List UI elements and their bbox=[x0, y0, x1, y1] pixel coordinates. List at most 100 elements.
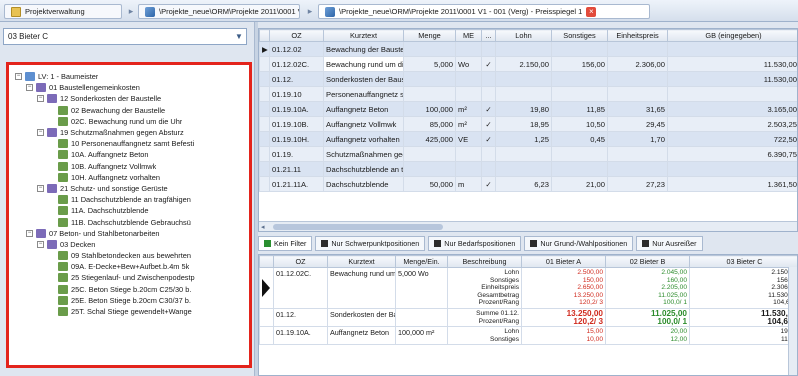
description-cell[interactable]: Lohn Sonstiges bbox=[447, 326, 522, 346]
cell-oz[interactable]: 01.19.10B. bbox=[269, 116, 324, 132]
cell-lohn[interactable]: 2.150,00 bbox=[495, 56, 552, 72]
cell-kurztext[interactable]: Personenauffangnetz samt bbox=[323, 86, 404, 102]
cell-lohn[interactable] bbox=[495, 146, 552, 162]
cell-me[interactable] bbox=[455, 71, 482, 87]
vertical-scrollbar[interactable] bbox=[788, 267, 797, 375]
bidder-a-cell[interactable]: 15,00 10,00 bbox=[521, 326, 606, 346]
cell-kurztext[interactable]: Sonderkosten der Baustelle bbox=[323, 71, 404, 87]
column-header[interactable]: 02 Bieter B bbox=[605, 255, 690, 268]
cell-kurztext[interactable]: Dachschutzblende an trag bbox=[323, 161, 404, 177]
cell-ep[interactable]: 1,70 bbox=[607, 131, 668, 147]
collapse-toggle-icon[interactable]: − bbox=[15, 73, 22, 81]
tree-node[interactable]: 10B. Auffangnetz Vollmwk bbox=[9, 161, 249, 172]
bidder-a-cell[interactable]: 13.250,00 120,2/ 3 bbox=[521, 307, 606, 328]
collapse-toggle-icon[interactable]: − bbox=[37, 129, 44, 137]
cell-me[interactable] bbox=[455, 41, 482, 57]
cell-me[interactable] bbox=[455, 161, 482, 177]
cell-marker[interactable] bbox=[259, 101, 270, 117]
collapse-toggle-icon[interactable]: − bbox=[37, 240, 44, 248]
cell-kurztext[interactable]: Schutzmaßnahmen gegen bbox=[323, 146, 404, 162]
close-tab-icon[interactable]: × bbox=[586, 6, 597, 17]
cell-kurztext[interactable]: Dachschutzblende bbox=[323, 176, 404, 192]
cell-marker[interactable] bbox=[259, 71, 270, 87]
cell-chk[interactable] bbox=[481, 71, 496, 87]
bidder-c-cell[interactable]: 19,8011,85 bbox=[689, 326, 797, 346]
cell-menge[interactable] bbox=[403, 161, 456, 177]
cell-gb[interactable]: 3.165,00 bbox=[667, 101, 797, 117]
tree-node[interactable]: − LV: 1 - Baumeister bbox=[9, 71, 249, 82]
cell-sonst[interactable]: 11,85 bbox=[551, 101, 608, 117]
tree-node[interactable]: 10A. Auffangnetz Beton bbox=[9, 149, 249, 160]
cell-lohn[interactable] bbox=[495, 71, 552, 87]
cell-me[interactable]: m bbox=[455, 176, 482, 192]
column-header[interactable]: 03 Bieter C bbox=[689, 255, 797, 268]
cell-ep[interactable]: 31,65 bbox=[607, 101, 668, 117]
table-row[interactable]: 01.12.Sonderkosten der Baustelle 11.530,0… bbox=[259, 71, 797, 87]
cell-sonst[interactable] bbox=[551, 146, 608, 162]
cell-lohn[interactable] bbox=[495, 161, 552, 177]
cell-marker[interactable] bbox=[259, 146, 270, 162]
cell-gb[interactable] bbox=[667, 161, 797, 177]
bidder-select[interactable]: 03 Bieter C ▼ bbox=[3, 28, 247, 45]
cell-kurztext[interactable]: Auffangnetz Beton bbox=[327, 326, 396, 346]
table-row[interactable]: 01.21.11A. Dachschutzblende 50,000 m ✓ 6,23 21… bbox=[259, 176, 797, 192]
tab-preisspiegel[interactable]: \Projekte_neue\ORM\Projekte 2011\0001 V1… bbox=[318, 4, 650, 19]
cell-chk[interactable] bbox=[481, 86, 496, 102]
cell-kurztext[interactable]: Bewachung der Baustelle bbox=[323, 41, 404, 57]
bidder-a-cell[interactable]: 2.500,00 150,00 2.650,00 13.250,00 120,2/ 3 bbox=[521, 267, 606, 309]
cell-marker[interactable] bbox=[259, 56, 270, 72]
column-header[interactable]: Kurztext bbox=[327, 255, 396, 268]
column-header[interactable]: ME bbox=[455, 29, 482, 42]
cell-gb[interactable] bbox=[667, 41, 797, 57]
cell-menge[interactable]: 5,000 bbox=[403, 56, 456, 72]
cell-menge[interactable] bbox=[403, 146, 456, 162]
tree-node[interactable]: 09 Stahlbetondecken aus bewehrten bbox=[9, 250, 249, 261]
filter-button[interactable]: Nur Bedarfspositionen bbox=[428, 236, 522, 251]
cell-oz[interactable]: 01.19.10H. bbox=[269, 131, 324, 147]
tree-node[interactable]: 10H. Auffangnetz vorhalten bbox=[9, 172, 249, 183]
column-header[interactable] bbox=[259, 29, 270, 42]
cell-sonst[interactable] bbox=[551, 161, 608, 177]
tree-node[interactable]: 11 Dachschutzblende an tragfähigen bbox=[9, 194, 249, 205]
column-header[interactable]: Menge bbox=[403, 29, 456, 42]
cell-oz[interactable]: 01.12.02C. bbox=[269, 56, 324, 72]
tree-node[interactable]: − 01 Baustellengemeinkosten bbox=[9, 82, 249, 93]
tree-node[interactable]: − 03 Decken bbox=[9, 239, 249, 250]
cell-kurztext[interactable]: Auffangnetz Vollmwk bbox=[323, 116, 404, 132]
cell-oz[interactable]: 01.19.10 bbox=[269, 86, 324, 102]
cell-menge[interactable] bbox=[403, 86, 456, 102]
cell-me[interactable] bbox=[455, 146, 482, 162]
cell-gb[interactable] bbox=[667, 86, 797, 102]
cell-menge[interactable]: 5,000 Wo bbox=[395, 267, 448, 309]
cell-gb[interactable]: 11.530,00 bbox=[667, 56, 797, 72]
cell-chk[interactable] bbox=[481, 41, 496, 57]
cell-marker[interactable] bbox=[259, 116, 270, 132]
column-header[interactable]: Lohn bbox=[495, 29, 552, 42]
cell-ep[interactable] bbox=[607, 146, 668, 162]
cell-oz[interactable]: 01.12.02C. bbox=[273, 267, 328, 309]
cell-me[interactable]: m² bbox=[455, 101, 482, 117]
cell-oz[interactable]: 01.19.10A. bbox=[269, 101, 324, 117]
cell-lohn[interactable]: 19,80 bbox=[495, 101, 552, 117]
cell-oz[interactable]: 01.21.11A. bbox=[269, 176, 324, 192]
column-header[interactable] bbox=[259, 255, 274, 268]
cell-me[interactable]: VE bbox=[455, 131, 482, 147]
cell-sonst[interactable]: 21,00 bbox=[551, 176, 608, 192]
scrollbar-thumb[interactable] bbox=[273, 224, 443, 230]
column-header[interactable]: OZ bbox=[273, 255, 328, 268]
tree-node[interactable]: − 21 Schutz- und sonstige Gerüste bbox=[9, 183, 249, 194]
scroll-left-icon[interactable]: ◂ bbox=[261, 223, 265, 231]
cell-kurztext[interactable]: Sonderkosten der Baust bbox=[327, 307, 396, 328]
column-header[interactable]: Kurztext bbox=[323, 29, 404, 42]
cell-ep[interactable] bbox=[607, 71, 668, 87]
cell-lohn[interactable]: 6,23 bbox=[495, 176, 552, 192]
comparison-row[interactable]: 01.12.02C.Bewachung rund um die5,000 WoL… bbox=[259, 267, 797, 309]
tab-projektverwaltung[interactable]: Projektverwaltung bbox=[4, 4, 122, 19]
bidder-b-cell[interactable]: 11.025,00 100,0/ 1 bbox=[605, 307, 690, 328]
comparison-row[interactable]: 01.19.10A. Auffangnetz Beton 100,000 m² Loh… bbox=[259, 326, 797, 346]
cell-chk[interactable]: ✓ bbox=[481, 116, 496, 132]
cell-gb[interactable]: 6.390,75 bbox=[667, 146, 797, 162]
cell-chk[interactable]: ✓ bbox=[481, 56, 496, 72]
column-header[interactable]: GB (eingegeben) bbox=[667, 29, 797, 42]
cell-oz[interactable]: 01.12. bbox=[273, 307, 328, 328]
